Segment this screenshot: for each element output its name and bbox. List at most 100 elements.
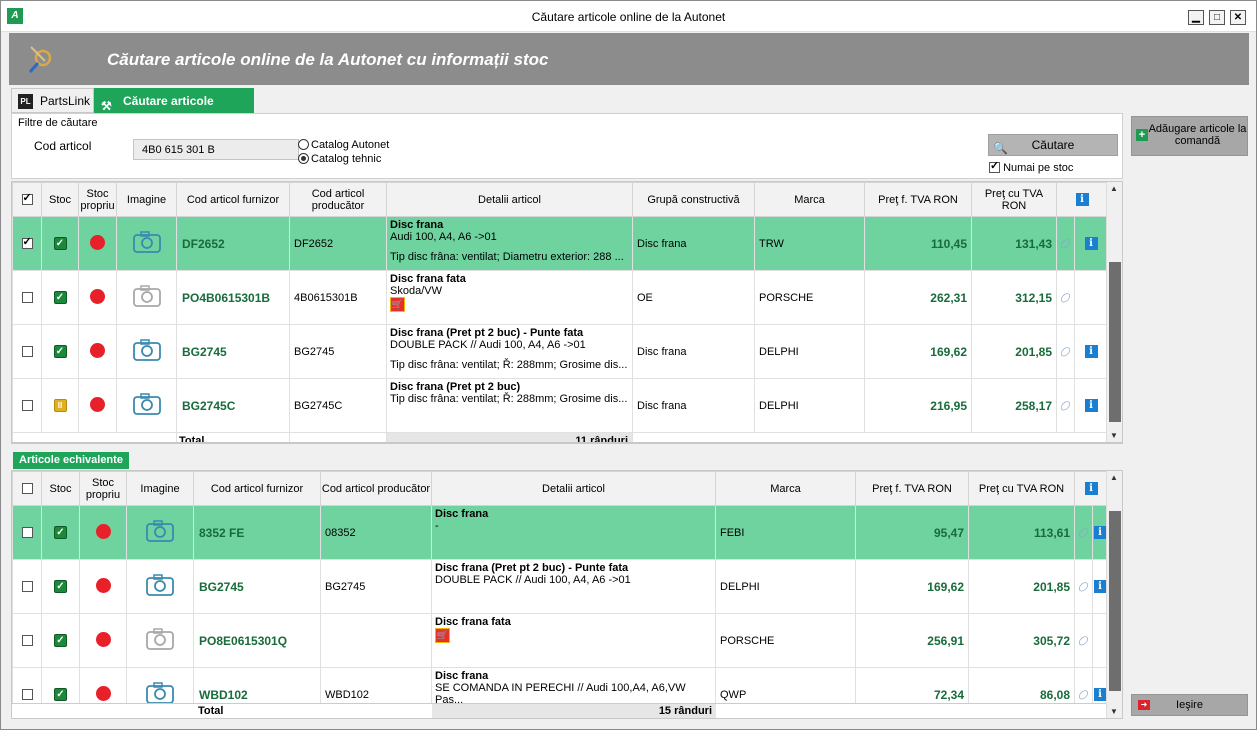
camera-icon[interactable] — [145, 573, 175, 597]
row-checkbox[interactable] — [12, 378, 42, 433]
row-checkbox[interactable] — [12, 270, 42, 325]
info-icon[interactable]: i — [1084, 482, 1098, 495]
add-to-order-button[interactable]: + Adăugare articole la comandă — [1131, 116, 1248, 156]
close-button[interactable]: ✕ — [1230, 10, 1246, 25]
no-own-stock-icon — [90, 396, 105, 412]
price-tag-icon[interactable]: ⬭ — [1058, 288, 1074, 307]
equiv-col-pret-cu-tva[interactable]: Preţ cu TVA RON — [968, 471, 1075, 506]
info-icon[interactable]: i — [1093, 580, 1107, 593]
search-button[interactable]: 🔍 Căutare — [988, 134, 1118, 156]
supplier-code[interactable]: BG2745 — [193, 559, 321, 614]
row-checkbox[interactable] — [12, 505, 42, 560]
equivalent-articles-tab[interactable]: Articole echivalente — [13, 452, 129, 469]
camera-icon[interactable] — [145, 627, 175, 651]
row-checkbox[interactable] — [12, 613, 42, 668]
equiv-col-detalii[interactable]: Detalii articol — [431, 471, 716, 506]
camera-icon[interactable] — [132, 338, 162, 362]
row-checkbox[interactable] — [12, 216, 42, 271]
main-grid-scrollbar[interactable]: ▲ ▼ — [1106, 182, 1122, 442]
checkbox-unchecked — [21, 399, 33, 411]
row-checkbox[interactable] — [12, 559, 42, 614]
price-tag-icon[interactable]: ⬭ — [1076, 685, 1092, 704]
info-icon[interactable]: i — [1093, 688, 1107, 701]
group-cell: Disc frana — [632, 324, 755, 379]
col-grupa[interactable]: Grupă constructivă — [632, 182, 755, 217]
info-icon[interactable]: i — [1075, 193, 1089, 206]
equiv-col-stoc[interactable]: Stoc — [41, 471, 80, 506]
supplier-code[interactable]: 8352 FE — [193, 505, 321, 560]
price-tag-icon[interactable]: ⬭ — [1058, 342, 1074, 361]
camera-icon[interactable] — [132, 284, 162, 308]
cart-icon[interactable]: 🛒 — [390, 297, 405, 312]
camera-icon[interactable] — [132, 230, 162, 254]
equiv-col-cod-furnizor[interactable]: Cod articol furnizor — [193, 471, 321, 506]
scroll-up-icon[interactable]: ▲ — [1110, 184, 1118, 193]
info-icon[interactable]: i — [1084, 237, 1098, 250]
scroll-thumb[interactable] — [1109, 511, 1121, 691]
col-detalii[interactable]: Detalii articol — [386, 182, 633, 217]
row-checkbox[interactable] — [12, 324, 42, 379]
supplier-code[interactable]: DF2652 — [176, 216, 290, 271]
supplier-code[interactable]: BG2745C — [176, 378, 290, 433]
table-row[interactable]: ✓ 8352 FE 08352 Disc frana - FEBI 95,47 113,61 ⬭… — [12, 505, 1108, 560]
table-row[interactable]: ✓ BG2745 BG2745 Disc frana (Pret pt 2 buc) … — [12, 559, 1108, 614]
equiv-col-imagine[interactable]: Imagine — [126, 471, 194, 506]
supplier-code[interactable]: PO8E0615301Q — [193, 613, 321, 668]
col-stoc-propriu[interactable]: Stoc propriu — [78, 182, 117, 217]
scroll-down-icon[interactable]: ▼ — [1110, 431, 1118, 440]
maximize-button[interactable]: □ — [1209, 10, 1225, 25]
equiv-select-all-checkbox[interactable] — [12, 471, 42, 506]
tag-cell: ⬭ — [1074, 613, 1093, 668]
cod-articol-input[interactable]: 4B0 615 301 B — [133, 139, 299, 160]
info-icon[interactable]: i — [1093, 526, 1107, 539]
camera-icon[interactable] — [145, 519, 175, 543]
camera-icon[interactable] — [132, 392, 162, 416]
equiv-col-stoc-propriu[interactable]: Stoc propriu — [79, 471, 127, 506]
exit-button[interactable]: ➜ Ieşire — [1131, 694, 1248, 716]
select-all-checkbox[interactable] — [12, 182, 42, 217]
scroll-thumb[interactable] — [1109, 262, 1121, 422]
stock-only-label: Numai pe stoc — [1003, 162, 1074, 174]
price-tag-icon[interactable]: ⬭ — [1058, 234, 1074, 253]
equiv-col-cod-producator[interactable]: Cod articol producător — [320, 471, 432, 506]
grid-splitter[interactable] — [11, 443, 1123, 449]
minimize-button[interactable]: ▁ — [1188, 10, 1204, 25]
col-pret-fara-tva[interactable]: Preţ f. TVA RON — [864, 182, 972, 217]
radio-catalog-autonet[interactable]: Catalog Autonet — [298, 139, 389, 151]
table-row[interactable]: ✓ BG2745 BG2745 Disc frana (Pret pt 2 buc) … — [12, 324, 1108, 379]
tab-partslink[interactable]: PL PartsLink — [11, 88, 94, 113]
supplier-code[interactable]: PO4B0615301B — [176, 270, 290, 325]
col-cod-producator[interactable]: Cod articol producător — [289, 182, 387, 217]
radio-catalog-tehnic[interactable]: Catalog tehnic — [298, 153, 381, 165]
col-pret-cu-tva[interactable]: Preţ cu TVA RON — [971, 182, 1057, 217]
table-row[interactable]: ✓ PO4B0615301B 4B0615301B Disc frana fata Sk… — [12, 270, 1108, 325]
info-icon[interactable]: i — [1084, 399, 1098, 412]
scroll-down-icon[interactable]: ▼ — [1110, 707, 1118, 716]
col-stoc[interactable]: Stoc — [41, 182, 79, 217]
equiv-col-marca[interactable]: Marca — [715, 471, 856, 506]
col-marca[interactable]: Marca — [754, 182, 865, 217]
table-row[interactable]: ✓ PO8E0615301Q Disc frana fata 🛒 PORSCHE 256,… — [12, 613, 1108, 668]
tab-cautare-autonet[interactable]: ⚒ Căutare articole Autonet — [94, 88, 254, 133]
cart-icon[interactable]: 🛒 — [435, 628, 450, 643]
price-with-vat: 201,85 — [968, 559, 1075, 614]
price-tag-icon[interactable]: ⬭ — [1076, 523, 1092, 542]
brand-cell: FEBI — [715, 505, 856, 560]
header-banner: Căutare articole online de la Autonet cu… — [9, 33, 1249, 85]
equivalent-grid-scrollbar[interactable]: ▲ ▼ — [1106, 471, 1122, 718]
supplier-code[interactable]: BG2745 — [176, 324, 290, 379]
equiv-col-pret-fara-tva[interactable]: Preţ f. TVA RON — [855, 471, 969, 506]
info-icon[interactable]: i — [1084, 345, 1098, 358]
no-own-stock-icon — [90, 288, 105, 304]
table-row[interactable]: II BG2745C BG2745C Disc frana (Pret pt 2 bu… — [12, 378, 1108, 433]
col-imagine[interactable]: Imagine — [116, 182, 177, 217]
col-cod-furnizor[interactable]: Cod articol furnizor — [176, 182, 290, 217]
checkbox-unchecked — [21, 345, 33, 357]
scroll-up-icon[interactable]: ▲ — [1110, 473, 1118, 482]
price-tag-icon[interactable]: ⬭ — [1058, 396, 1074, 415]
price-tag-icon[interactable]: ⬭ — [1076, 631, 1092, 650]
price-tag-icon[interactable]: ⬭ — [1076, 577, 1092, 596]
camera-icon[interactable] — [145, 681, 175, 705]
table-row[interactable]: ✓DF2652DF2652Disc franaAudi 100, A4, A6 … — [12, 216, 1108, 271]
stock-only-checkbox[interactable]: Numai pe stoc — [989, 160, 1074, 174]
